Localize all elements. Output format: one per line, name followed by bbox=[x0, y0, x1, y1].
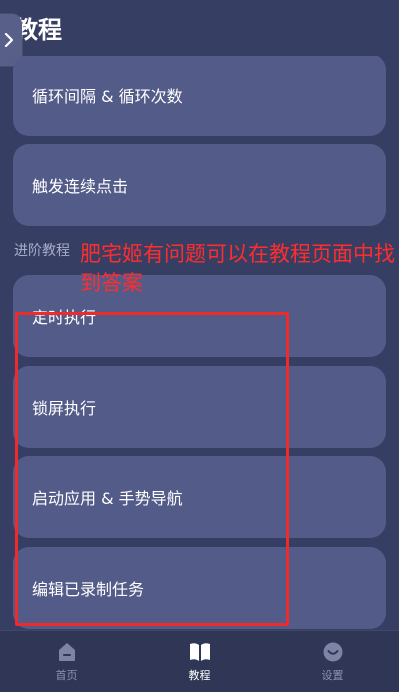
home-icon bbox=[58, 642, 75, 661]
annotation-highlight-box bbox=[15, 312, 289, 626]
nav-item-tutorial[interactable]: 教程 bbox=[133, 631, 266, 692]
tutorial-card-label: 循环间隔 & 循环次数 bbox=[32, 87, 183, 106]
nav-item-home[interactable]: 首页 bbox=[0, 631, 133, 692]
tutorial-card-loop-interval[interactable]: 循环间隔 & 循环次数 bbox=[13, 56, 386, 136]
tutorial-list[interactable]: 循环间隔 & 循环次数 触发连续点击 进阶教程 定时执行 锁屏执行 启动应用 &… bbox=[0, 56, 399, 630]
chevron-right-icon bbox=[4, 33, 14, 47]
tutorial-card-continuous-click[interactable]: 触发连续点击 bbox=[13, 144, 386, 226]
bottom-navigation: 首页 教程 设置 bbox=[0, 630, 399, 692]
nav-label-tutorial: 教程 bbox=[188, 668, 211, 682]
nav-label-settings: 设置 bbox=[321, 668, 344, 682]
nav-item-settings[interactable]: 设置 bbox=[266, 631, 399, 692]
settings-icon bbox=[323, 642, 342, 661]
tutorial-card-label: 触发连续点击 bbox=[32, 177, 129, 196]
book-icon bbox=[189, 642, 210, 661]
annotation-overlay-text: 肥宅姬有问题可以在教程页面中找到答案 bbox=[80, 242, 395, 295]
nav-label-home: 首页 bbox=[55, 668, 78, 682]
top-bar: 教程 bbox=[0, 0, 399, 66]
section-heading-advanced: 进阶教程 bbox=[14, 243, 70, 259]
